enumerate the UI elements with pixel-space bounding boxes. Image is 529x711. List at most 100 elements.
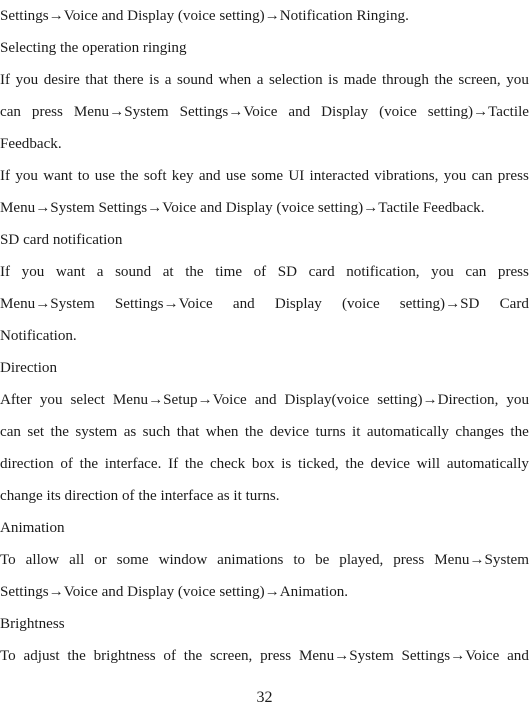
- text-word: you: [39, 392, 63, 408]
- text-word: adjust: [23, 648, 60, 664]
- text-word: Display(voice: [284, 392, 370, 408]
- text-word: animations: [217, 552, 284, 568]
- text-word: press: [497, 264, 529, 280]
- text-word: SD: [277, 264, 298, 280]
- text-word: of: [253, 264, 267, 280]
- text-word: the: [184, 456, 204, 472]
- text-line: Feedback.: [0, 136, 62, 152]
- text-word: that: [176, 424, 200, 440]
- text-word: use: [225, 168, 246, 184]
- text-word: the: [185, 264, 204, 280]
- text-word: to: [293, 552, 306, 568]
- text-word: device: [370, 456, 410, 472]
- text-word: and: [198, 168, 221, 184]
- text-word: press: [497, 168, 529, 184]
- text-word: If: [0, 264, 11, 280]
- text-word: screen,: [458, 72, 501, 88]
- text-word: when: [218, 72, 252, 88]
- text-line: Selecting the operation ringing: [0, 40, 187, 56]
- text-line: Settings→Voice and Display (voice settin…: [0, 584, 349, 600]
- text-line: If you want a sound at the time of SD card notifica…: [0, 256, 529, 288]
- text-word: Display: [321, 104, 369, 120]
- text-word: Menu→System: [73, 104, 169, 120]
- text-word: the: [244, 424, 264, 440]
- text-word: a: [256, 72, 264, 88]
- text-word: notification,: [346, 264, 420, 280]
- text-word: interface.: [104, 456, 162, 472]
- text-word: sound: [176, 72, 214, 88]
- text-word: the: [434, 72, 453, 88]
- text-word: vibrations,: [374, 168, 439, 184]
- text-line: Menu→System Settings→Voice and Display (…: [0, 200, 485, 216]
- text-word: Settings→Voice: [114, 296, 213, 312]
- text-word: the: [79, 456, 99, 472]
- text-word: box: [251, 456, 275, 472]
- text-word: interacted: [309, 168, 370, 184]
- text-word: the: [67, 648, 86, 664]
- text-word: can: [465, 264, 487, 280]
- text-word: some: [116, 552, 149, 568]
- text-word: To: [0, 648, 16, 664]
- text-word: Card: [499, 296, 529, 312]
- text-word: you: [15, 168, 38, 184]
- text-word: use: [94, 168, 115, 184]
- text-word: select: [70, 392, 105, 408]
- text-line: Settings→Voice and Display (voice settin…: [0, 8, 409, 24]
- text-line: can press Menu→System Settings→Voice and Disp…: [0, 96, 529, 128]
- text-word: setting)→SD: [399, 296, 480, 312]
- text-word: can: [471, 168, 493, 184]
- text-word: To: [0, 552, 16, 568]
- text-word: through: [381, 72, 429, 88]
- text-word: a: [96, 264, 104, 280]
- text-line: If you desire that there is a sound when a selecti…: [0, 64, 529, 96]
- text-word: and: [288, 104, 311, 120]
- text-word: setting)→Direction,: [377, 392, 499, 408]
- text-word: or: [94, 552, 107, 568]
- text-line: Brightness: [0, 616, 65, 632]
- text-word: Menu→System: [434, 552, 529, 568]
- text-word: Settings→Voice: [179, 104, 278, 120]
- text-word: of: [60, 456, 73, 472]
- text-word: is: [328, 72, 339, 88]
- text-word: when: [205, 424, 239, 440]
- text-word: you: [15, 72, 39, 88]
- text-word: there: [113, 72, 144, 88]
- text-word: all: [69, 552, 85, 568]
- text-word: ticked,: [298, 456, 339, 472]
- text-word: Menu→Setup→Voice: [112, 392, 247, 408]
- text-word: the: [510, 424, 529, 440]
- text-word: will: [416, 456, 441, 472]
- text-word: and: [232, 296, 255, 312]
- text-word: device: [269, 424, 310, 440]
- text-word: window: [158, 552, 208, 568]
- text-word: you: [506, 72, 529, 88]
- text-word: time: [215, 264, 243, 280]
- text-line: change its direction of the interface as…: [0, 488, 280, 504]
- text-word: you: [431, 264, 454, 280]
- text-word: automatically: [446, 456, 529, 472]
- text-word: system: [75, 424, 118, 440]
- text-word: If: [0, 72, 11, 88]
- text-line: can set the system as such that when the device tu…: [0, 416, 529, 448]
- text-word: a: [164, 72, 172, 88]
- text-word: Display: [274, 296, 322, 312]
- text-word: turns: [315, 424, 346, 440]
- text-word: the: [345, 456, 364, 472]
- text-word: setting)→Tactile: [427, 104, 529, 120]
- text-word: made: [343, 72, 377, 88]
- text-line: To allow all or some window animations to be play…: [0, 544, 529, 576]
- text-word: can: [0, 104, 21, 120]
- text-word: sound: [115, 264, 152, 280]
- text-word: it: [352, 424, 361, 440]
- text-word: Menu→System: [0, 296, 95, 312]
- text-word: such: [142, 424, 171, 440]
- text-line: direction of the interface. If the check box is t…: [0, 448, 529, 480]
- text-word: as: [123, 424, 137, 440]
- text-word: you: [21, 264, 45, 280]
- text-line: Notification.: [0, 328, 77, 344]
- text-word: (voice: [341, 296, 380, 312]
- text-word: Settings→Voice: [401, 648, 500, 664]
- text-word: card: [308, 264, 335, 280]
- text-word: key: [171, 168, 194, 184]
- text-word: selection: [268, 72, 323, 88]
